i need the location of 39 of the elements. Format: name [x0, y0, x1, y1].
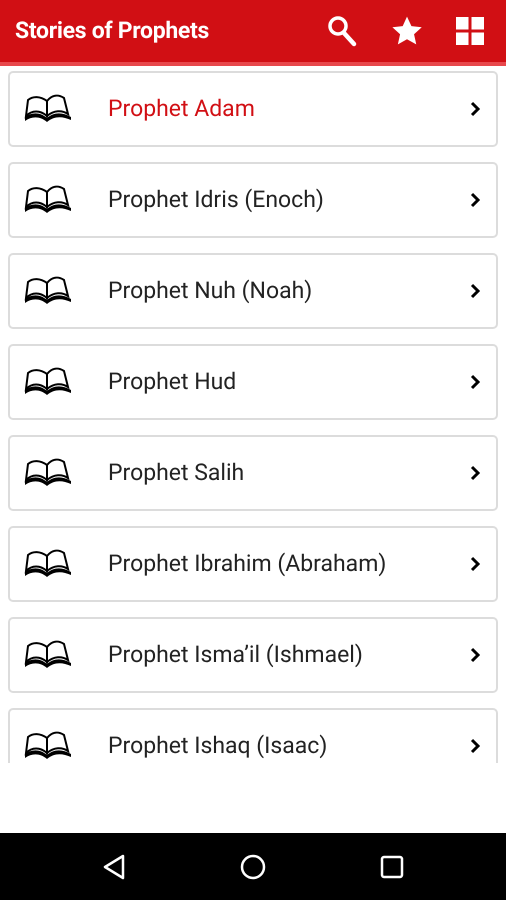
item-title: Prophet Hud	[108, 366, 238, 397]
chevron-icon	[470, 556, 480, 572]
chevron-icon	[470, 465, 480, 481]
item-title: Prophet Ishaq (Isaac)	[108, 730, 328, 761]
list-item[interactable]: Prophet Idris (Enoch)	[8, 162, 498, 238]
chevron-icon	[470, 283, 480, 299]
list-item[interactable]: Prophet Isma’il (Ishmael)	[8, 617, 498, 693]
item-title: Prophet Salih	[108, 458, 246, 488]
list-item[interactable]: Prophet Ibrahim (Abraham)	[8, 526, 498, 602]
star-icon[interactable]	[391, 16, 423, 46]
list-item[interactable]: Prophet Adam	[8, 71, 498, 147]
item-title: Prophet Isma’il (Ishmael)	[108, 640, 364, 670]
book-icon	[24, 458, 72, 488]
app-title: Stories of Prophets	[15, 16, 210, 46]
back-icon[interactable]	[102, 854, 126, 880]
book-icon	[24, 94, 72, 124]
item-title: Prophet Nuh (Noah)	[108, 276, 314, 306]
book-icon	[24, 731, 72, 761]
item-title: Prophet Idris (Enoch)	[108, 184, 325, 215]
chevron-icon	[470, 647, 480, 663]
book-icon	[24, 185, 72, 215]
search-icon[interactable]	[327, 15, 357, 47]
book-icon	[24, 367, 72, 397]
chevron-icon	[470, 738, 480, 754]
list-item[interactable]: Prophet Nuh (Noah)	[8, 253, 498, 329]
chevron-icon	[470, 374, 480, 390]
home-icon[interactable]	[240, 854, 266, 880]
chevron-icon	[470, 101, 480, 117]
item-title: Prophet Adam	[108, 94, 256, 124]
chevron-icon	[470, 192, 480, 208]
recents-icon[interactable]	[380, 854, 404, 878]
grid-icon[interactable]	[456, 17, 484, 45]
list-item[interactable]: Prophet Ishaq (Isaac)	[8, 708, 498, 763]
list-item[interactable]: Prophet Salih	[8, 435, 498, 511]
book-icon	[24, 276, 72, 306]
list-item[interactable]: Prophet Hud	[8, 344, 498, 420]
book-icon	[24, 549, 72, 579]
book-icon	[24, 640, 72, 670]
item-title: Prophet Ibrahim (Abraham)	[108, 548, 388, 579]
